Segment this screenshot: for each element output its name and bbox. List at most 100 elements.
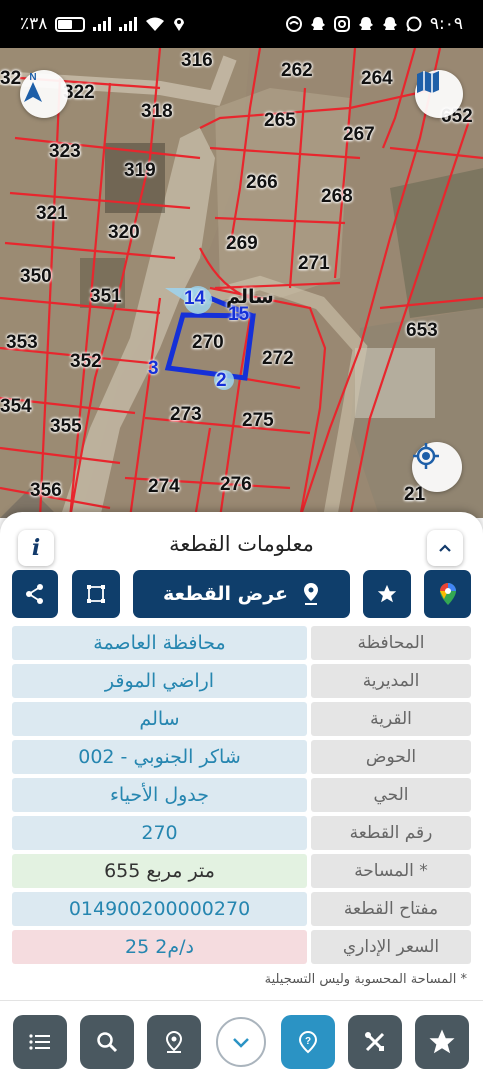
share-icon	[26, 584, 43, 604]
map-layers-icon	[417, 71, 439, 93]
map-view[interactable]: سالم 316 262 264 322 318 265 267 652 323…	[0, 48, 483, 518]
parcel-352[interactable]: 352	[70, 351, 102, 373]
signal-icon	[93, 17, 112, 31]
google-maps-icon	[439, 583, 456, 605]
row-basin: شاكر الجنوبي - 002 الحوض	[12, 740, 471, 774]
parcel-276[interactable]: 276	[220, 474, 252, 496]
parcel-lines	[0, 48, 483, 518]
show-parcel-label: عرض القطعة	[162, 583, 289, 605]
area-label: المساحة *	[311, 854, 471, 888]
basin-value: شاكر الجنوبي - 002	[12, 740, 307, 774]
search-button[interactable]	[80, 1015, 134, 1069]
parcel-268[interactable]: 268	[321, 186, 353, 208]
district-label: الحي	[311, 778, 471, 812]
parcel-355[interactable]: 355	[50, 416, 82, 438]
tools-icon	[365, 1032, 385, 1052]
parcel-265[interactable]: 265	[264, 110, 296, 132]
parcel-key-value: 014900200000270	[12, 892, 307, 926]
snapchat-icon-2	[358, 17, 373, 30]
my-location-icon	[413, 443, 439, 469]
snapchat-icon-3	[382, 17, 397, 30]
parcel-356[interactable]: 356	[30, 480, 62, 502]
parcel-350[interactable]: 350	[20, 266, 52, 288]
panel-title: معلومات القطعة	[169, 532, 314, 556]
notification-icon	[285, 16, 302, 32]
share-button[interactable]	[12, 570, 58, 618]
parcel-269[interactable]: 269	[226, 233, 258, 255]
parcel-323[interactable]: 323	[49, 141, 81, 163]
favorites-nav-button[interactable]	[415, 1015, 469, 1069]
help-pin-icon: ?	[298, 1030, 318, 1054]
row-parcel-number: 270 رقم القطعة	[12, 816, 471, 850]
chevron-down-icon	[233, 1038, 249, 1048]
chevron-up-icon	[439, 544, 451, 552]
parcel-32[interactable]: 32	[0, 68, 21, 90]
svg-text:?: ?	[305, 1036, 311, 1047]
status-bar: ٪٣٨ ٩:٠٩	[0, 0, 483, 48]
list-button[interactable]	[13, 1015, 67, 1069]
parcel-number-label: رقم القطعة	[311, 816, 471, 850]
parcel-271[interactable]: 271	[298, 253, 330, 275]
google-maps-button[interactable]	[424, 570, 471, 618]
signal-icon-2	[119, 17, 138, 31]
area-footnote: * المساحة المحسوبة وليس التسجيلية	[264, 972, 467, 987]
panel-header: i معلومات القطعة	[0, 520, 483, 566]
basin-label: الحوض	[311, 740, 471, 774]
parcel-354[interactable]: 354	[0, 396, 32, 418]
parcel-270[interactable]: 270	[192, 332, 224, 354]
map-pin-icon	[304, 583, 319, 605]
directorate-value: اراضي الموقر	[12, 664, 307, 698]
governorate-value: محافظة العاصمة	[12, 626, 307, 660]
parcel-264[interactable]: 264	[361, 68, 393, 90]
row-area: 655 متر مربع المساحة *	[12, 854, 471, 888]
row-parcel-key: 014900200000270 مفتاح القطعة	[12, 892, 471, 926]
star-icon	[429, 1029, 455, 1054]
location-pin-icon	[165, 1030, 183, 1053]
tools-button[interactable]	[348, 1015, 402, 1069]
parcel-653[interactable]: 653	[406, 320, 438, 342]
whatsapp-icon	[406, 16, 422, 32]
status-left: ٪٣٨	[20, 14, 185, 34]
compass-button[interactable]: N	[20, 70, 68, 118]
edge-label-15: 15	[228, 304, 250, 325]
governorate-label: المحافظة	[311, 626, 471, 660]
parcel-320[interactable]: 320	[108, 222, 140, 244]
row-governorate: محافظة العاصمة المحافظة	[12, 626, 471, 660]
location-pin-button[interactable]	[147, 1015, 201, 1069]
status-right: ٩:٠٩	[285, 14, 463, 34]
parcel-shape-button[interactable]	[72, 570, 120, 618]
parcel-319[interactable]: 319	[124, 160, 156, 182]
admin-price-value: 25 د/م2	[12, 930, 307, 964]
parcel-274[interactable]: 274	[148, 476, 180, 498]
parcel-353[interactable]: 353	[6, 332, 38, 354]
edge-label-14: 14	[184, 288, 206, 309]
north-arrow-icon: N	[24, 72, 42, 102]
parcel-267[interactable]: 267	[343, 124, 375, 146]
area-value: 655 متر مربع	[12, 854, 307, 888]
parcel-351[interactable]: 351	[90, 286, 122, 308]
parcel-262[interactable]: 262	[281, 60, 313, 82]
svg-text:N: N	[29, 72, 36, 83]
parcel-275[interactable]: 275	[242, 410, 274, 432]
village-value: سالم	[12, 702, 307, 736]
parcel-316[interactable]: 316	[181, 50, 213, 72]
locate-button[interactable]	[412, 442, 462, 492]
help-pin-button[interactable]: ?	[281, 1015, 335, 1069]
layers-button[interactable]	[415, 70, 463, 118]
parcel-321[interactable]: 321	[36, 203, 68, 225]
parcel-318[interactable]: 318	[141, 101, 173, 123]
parcel-273[interactable]: 273	[170, 404, 202, 426]
row-district: جدول الأحياء الحي	[12, 778, 471, 812]
row-directorate: اراضي الموقر المديرية	[12, 664, 471, 698]
parcel-266[interactable]: 266	[246, 172, 278, 194]
parcel-272[interactable]: 272	[262, 348, 294, 370]
star-icon	[377, 584, 397, 603]
expand-toggle[interactable]	[216, 1017, 266, 1067]
admin-price-label: السعر الإداري	[311, 930, 471, 964]
favorite-button[interactable]	[363, 570, 411, 618]
parcel-info-panel: i معلومات القطعة عرض القطعة محافظة العاص…	[0, 512, 483, 1000]
location-icon	[174, 18, 185, 31]
battery-percent: ٪٣٨	[20, 14, 48, 34]
collapse-button[interactable]	[427, 530, 463, 566]
show-parcel-button[interactable]: عرض القطعة	[133, 570, 350, 618]
